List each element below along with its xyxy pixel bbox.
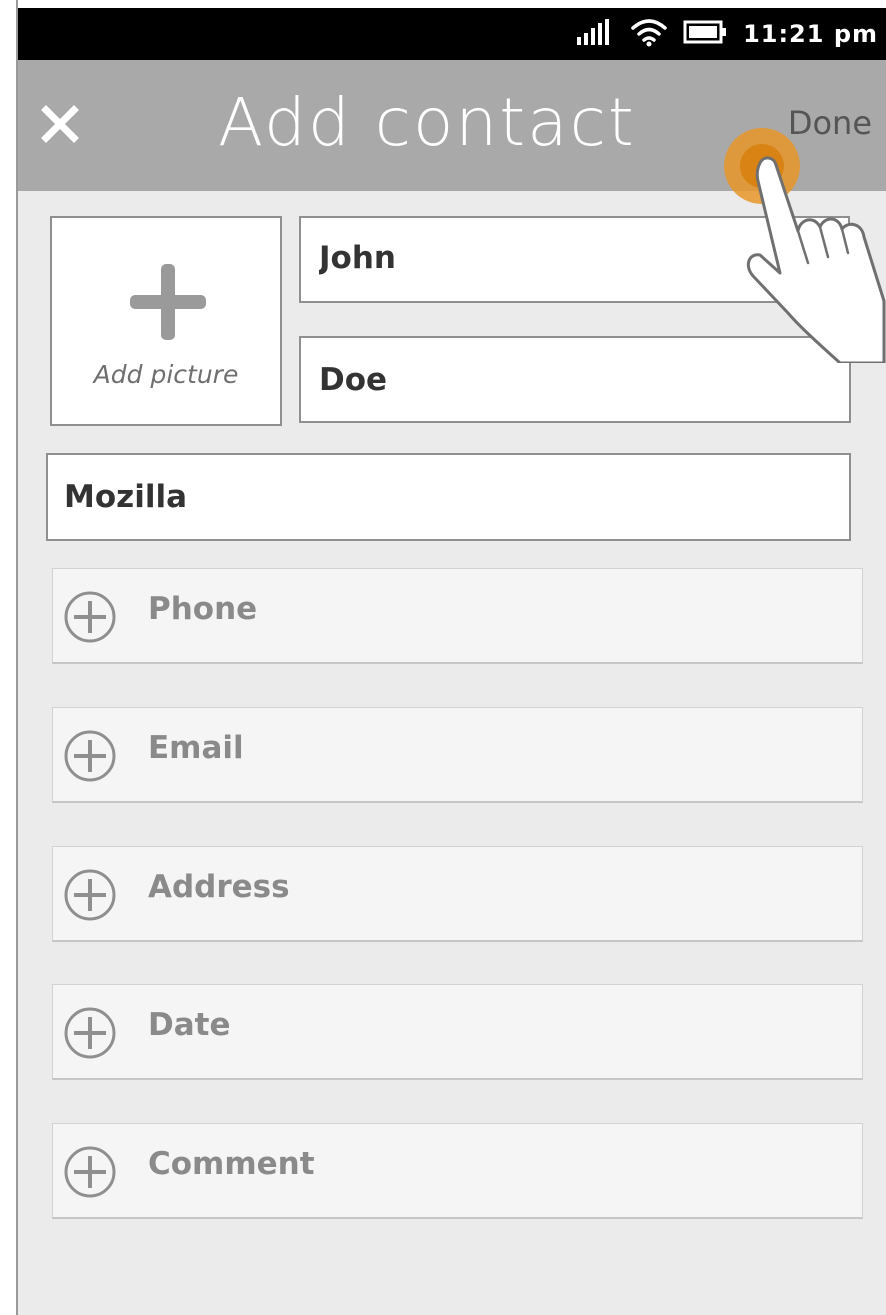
add-date-row[interactable]: Date [52,984,863,1080]
wifi-icon [631,17,667,51]
company-field[interactable] [46,453,851,541]
add-circle-icon [64,869,116,921]
add-address-row[interactable]: Address [52,846,863,942]
add-picture-button[interactable]: Add picture [50,216,282,426]
status-time: 11:21 pm [743,20,878,48]
status-icons: 11:21 pm [577,8,878,60]
battery-icon [683,20,727,48]
page-title: Add contact [218,84,636,161]
close-button[interactable] [36,100,84,148]
first-name-field[interactable] [299,216,850,303]
status-bar: 11:21 pm [18,8,886,60]
add-circle-icon [64,591,116,643]
add-comment-row[interactable]: Comment [52,1123,863,1219]
add-phone-row[interactable]: Phone [52,568,863,664]
plus-icon [130,264,206,344]
add-circle-icon [64,1146,116,1198]
done-button[interactable]: Done [788,104,872,142]
date-label: Date [148,1007,231,1043]
email-label: Email [148,730,244,766]
add-picture-label: Add picture [93,360,239,389]
phone-label: Phone [148,591,258,627]
phone-screen: 11:21 pm Add contact Done Add picture Jo… [18,8,886,1315]
add-circle-icon [64,730,116,782]
address-label: Address [148,869,290,905]
comment-label: Comment [148,1146,315,1182]
close-icon [41,105,79,143]
add-email-row[interactable]: Email [52,707,863,803]
add-circle-icon [64,1007,116,1059]
header-bar: Add contact Done [18,60,886,191]
signal-icon [577,19,615,49]
last-name-field[interactable] [299,336,851,423]
